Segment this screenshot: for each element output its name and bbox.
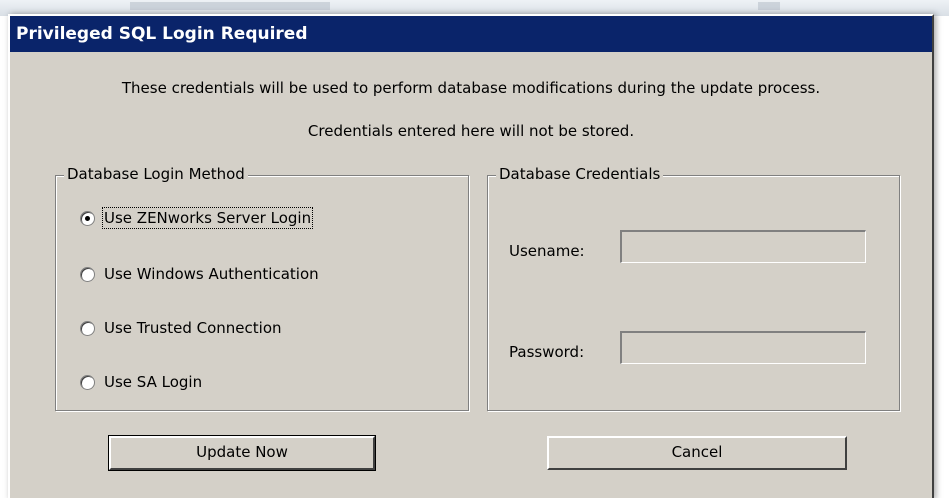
credentials-group: Database Credentials Usename: Password: [487,165,900,411]
radio-button[interactable] [80,266,95,282]
cancel-button[interactable]: Cancel [547,436,847,470]
screen: Privileged SQL Login Required These cred… [0,0,949,498]
radio-button[interactable] [80,374,95,390]
username-label: Usename: [509,242,585,260]
login-method-group: Database Login Method Use ZENworks Serve… [55,165,469,411]
title-bar[interactable]: Privileged SQL Login Required [10,16,932,52]
background-window-ghost [758,2,780,10]
password-label: Password: [509,343,585,361]
radio-label-trusted[interactable]: Use Trusted Connection [104,319,282,337]
description-line-2: Credentials entered here will not be sto… [307,122,635,140]
radio-button[interactable] [80,320,95,336]
dialog-title: Privileged SQL Login Required [16,24,308,44]
username-input[interactable] [622,232,865,262]
radio-sa-login[interactable]: Use SA Login [80,371,202,393]
password-input[interactable] [622,333,865,363]
radio-trusted-connection[interactable]: Use Trusted Connection [80,317,282,339]
description-line-1: These credentials will be used to perfor… [121,79,821,97]
radio-zenworks-server-login[interactable]: Use ZENworks Server Login [80,207,314,229]
radio-label-windows[interactable]: Use Windows Authentication [104,265,319,283]
credentials-legend: Database Credentials [496,165,664,183]
radio-button-checked[interactable] [80,210,95,226]
radio-windows-authentication[interactable]: Use Windows Authentication [80,263,319,285]
username-field[interactable] [620,230,866,263]
radio-label-sa[interactable]: Use SA Login [104,373,202,391]
update-now-button[interactable]: Update Now [108,435,376,471]
background-window-ghost [130,2,330,10]
radio-label-zenworks[interactable]: Use ZENworks Server Login [101,207,314,229]
password-field[interactable] [620,331,866,364]
login-method-legend: Database Login Method [64,165,248,183]
privileged-sql-login-dialog: Privileged SQL Login Required These cred… [8,14,934,498]
